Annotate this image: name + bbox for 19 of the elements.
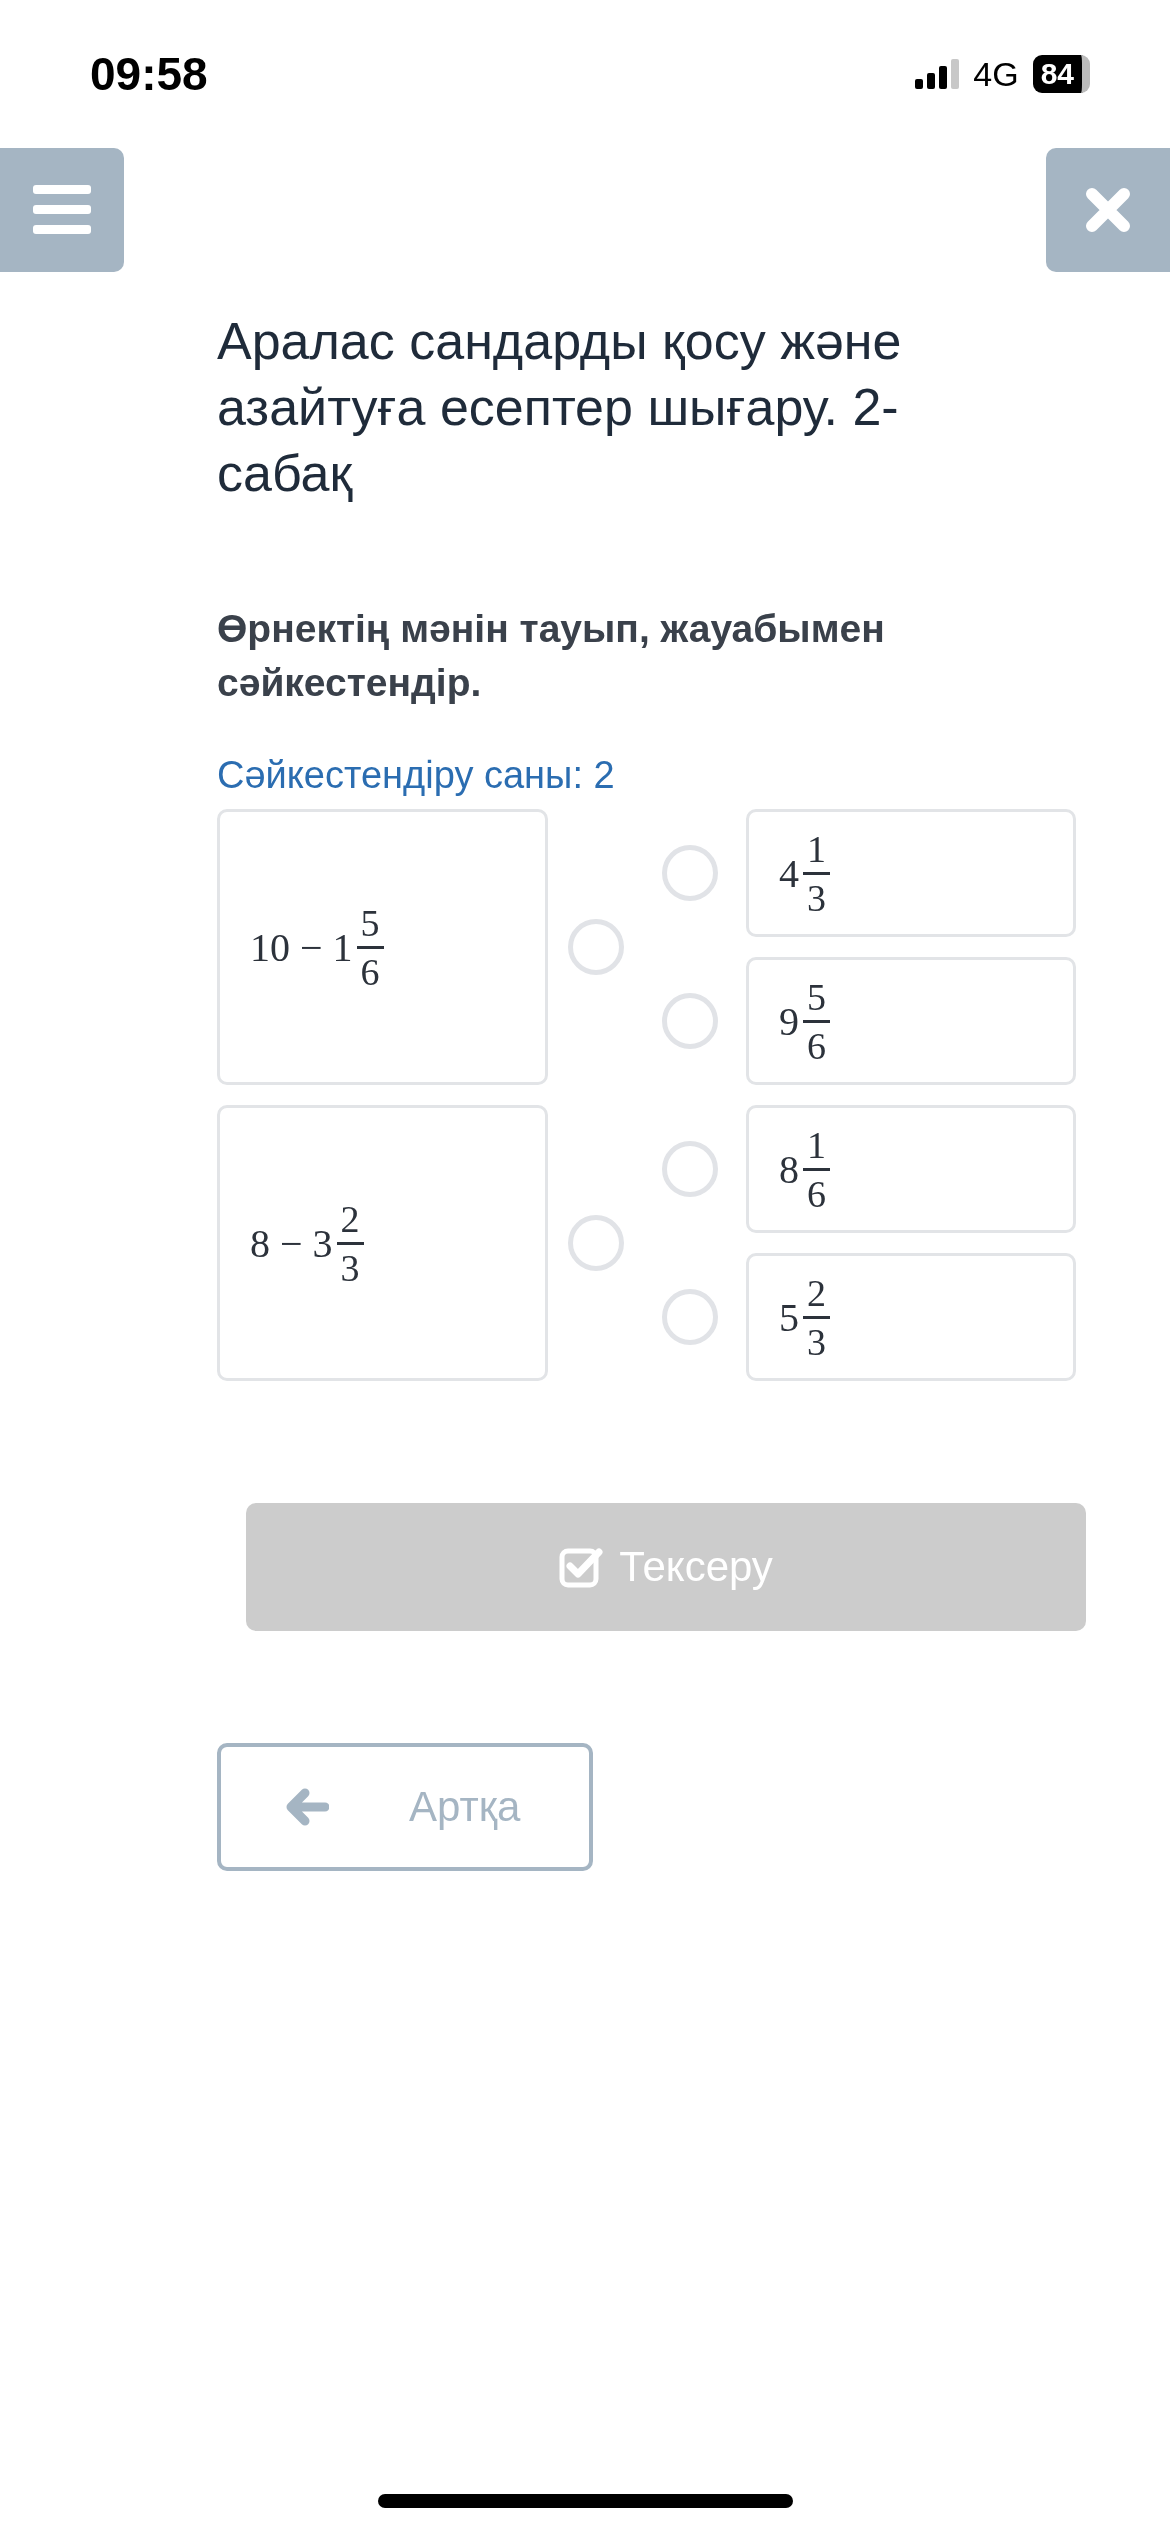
match-count: Сәйкестендіру саны: 2 — [217, 754, 616, 797]
network-label: 4G — [973, 54, 1019, 94]
battery-indicator: 84 — [1032, 55, 1090, 93]
close-button[interactable] — [1046, 148, 1170, 272]
signal-icon — [915, 59, 960, 89]
status-time: 09:58 — [90, 47, 208, 101]
close-icon — [1085, 187, 1131, 233]
radio-button[interactable] — [568, 919, 624, 975]
radio-button[interactable] — [662, 993, 718, 1049]
arrow-left-icon — [285, 1788, 329, 1826]
checkbox-icon — [559, 1546, 604, 1588]
radio-button[interactable] — [662, 1289, 718, 1345]
task-instruction: Өрнектің мәнін тауып, жауабымен сәйкестендір. — [217, 606, 886, 706]
radio-button[interactable] — [662, 1141, 718, 1197]
menu-icon — [33, 185, 91, 235]
menu-button[interactable] — [0, 148, 124, 272]
lesson-title: Аралас сандарды қосу және азайтуға есептер шығару. 2-сабақ — [217, 311, 903, 504]
radio-button[interactable] — [662, 845, 718, 901]
radio-button[interactable] — [568, 1215, 624, 1271]
